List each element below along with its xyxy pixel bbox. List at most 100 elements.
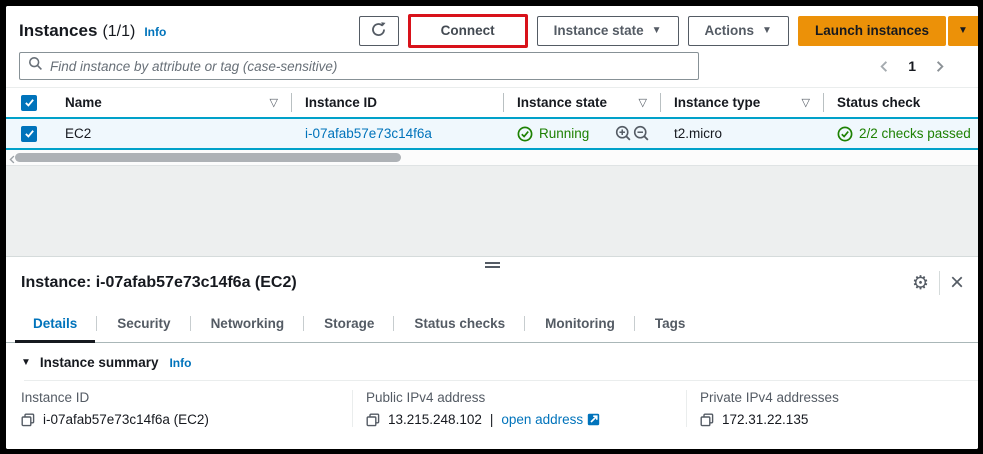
instances-list-section: Instances (1/1) Info Connect Instance st…: [6, 6, 978, 166]
sort-icon[interactable]: ▽: [639, 96, 647, 109]
launch-instances-button[interactable]: Launch instances: [798, 16, 946, 46]
aws-console-window: Instances (1/1) Info Connect Instance st…: [6, 6, 978, 449]
refresh-button[interactable]: [359, 16, 399, 46]
state-label: Running: [539, 126, 589, 141]
prev-page-button[interactable]: [877, 59, 892, 74]
zoom-in-icon[interactable]: [615, 125, 632, 142]
gear-icon[interactable]: ⚙: [912, 274, 929, 293]
cell-instance-type: t2.micro: [661, 119, 824, 148]
cell-instance-state: Running: [504, 119, 661, 148]
status-ok-icon: [517, 126, 533, 142]
column-label: Name: [65, 95, 102, 110]
instance-state-dropdown[interactable]: Instance state ▼: [537, 16, 679, 46]
horizontal-scrollbar[interactable]: [6, 150, 978, 166]
chevron-down-icon: ▼: [762, 26, 772, 36]
toolbar: Instances (1/1) Info Connect Instance st…: [6, 6, 978, 50]
state-running: Running: [517, 126, 589, 142]
panel-title: Instance: i-07afab57e73c14f6a (EC2): [21, 274, 912, 292]
tab-status-checks[interactable]: Status checks: [394, 307, 525, 342]
actions-dropdown[interactable]: Actions ▼: [688, 16, 789, 46]
table-row[interactable]: EC2 i-07afab57e73c14f6a Running t2.micro…: [6, 117, 978, 150]
row-select-cell: [6, 119, 52, 148]
zoom-out-icon[interactable]: [633, 125, 650, 142]
column-header-name[interactable]: Name ▽: [52, 88, 292, 117]
next-page-button[interactable]: [932, 59, 947, 74]
search-box[interactable]: [19, 52, 699, 80]
field-label: Public IPv4 address: [366, 390, 676, 405]
open-address-link[interactable]: open address: [501, 412, 600, 427]
launch-instances-split-dropdown[interactable]: ▼: [948, 16, 978, 46]
status-check-passed: 2/2 checks passed: [837, 126, 971, 142]
field-public-ipv4: Public IPv4 address 13.215.248.102 | ope…: [352, 390, 686, 427]
tab-storage[interactable]: Storage: [304, 307, 394, 342]
column-label: Instance ID: [305, 95, 377, 110]
external-link-icon: [587, 413, 600, 426]
search-icon: [28, 56, 43, 76]
tab-details[interactable]: Details: [13, 307, 97, 342]
sort-icon[interactable]: ▽: [270, 96, 278, 109]
check-icon: [24, 128, 35, 139]
sort-icon[interactable]: ▽: [802, 96, 810, 109]
divider: [24, 380, 978, 381]
column-label: Instance state: [517, 95, 607, 110]
search-row: 1: [6, 50, 978, 87]
column-header-instance-type[interactable]: Instance type ▽: [661, 88, 824, 117]
cell-instance-id: i-07afab57e73c14f6a: [292, 119, 504, 148]
pagination: 1: [877, 58, 947, 74]
table-header: Name ▽ Instance ID Instance state ▽ Inst…: [6, 87, 978, 117]
field-private-ipv4: Private IPv4 addresses 172.31.22.135: [686, 390, 978, 427]
search-input[interactable]: [50, 59, 690, 74]
tab-monitoring[interactable]: Monitoring: [525, 307, 635, 342]
cell-name: EC2: [52, 119, 292, 148]
row-checkbox[interactable]: [21, 126, 37, 142]
tab-tags[interactable]: Tags: [635, 307, 706, 342]
tab-security[interactable]: Security: [97, 307, 190, 342]
public-ip-value: 13.215.248.102: [388, 412, 482, 427]
copy-icon[interactable]: [21, 413, 35, 427]
select-all-checkbox[interactable]: [21, 95, 37, 111]
field-value: 172.31.22.135: [700, 412, 968, 427]
instance-details-panel: Instance: i-07afab57e73c14f6a (EC2) ⚙ × …: [6, 256, 978, 449]
info-link[interactable]: Info: [144, 25, 166, 39]
zoom-controls: [615, 125, 650, 142]
status-check-label: 2/2 checks passed: [859, 126, 971, 141]
field-label: Instance ID: [21, 390, 342, 405]
summary-fields: Instance ID i-07afab57e73c14f6a (EC2) Pu…: [21, 390, 978, 427]
private-ip-value: 172.31.22.135: [722, 412, 808, 427]
instance-id-value: i-07afab57e73c14f6a (EC2): [43, 412, 209, 427]
field-value: 13.215.248.102 | open address: [366, 412, 676, 427]
instance-summary-header[interactable]: ▼ Instance summary Info: [21, 355, 978, 370]
tab-networking[interactable]: Networking: [191, 307, 305, 342]
column-header-instance-state[interactable]: Instance state ▽: [504, 88, 661, 117]
column-header-instance-id[interactable]: Instance ID: [292, 88, 504, 117]
column-header-status-check[interactable]: Status check: [824, 88, 978, 117]
status-ok-icon: [837, 126, 853, 142]
cell-status-check: 2/2 checks passed: [824, 119, 978, 148]
select-all-cell: [6, 88, 52, 117]
empty-area: [6, 166, 978, 256]
scrollbar-thumb[interactable]: [15, 153, 401, 162]
summary-heading: Instance summary: [40, 355, 159, 370]
copy-icon[interactable]: [366, 413, 380, 427]
actions-label: Actions: [705, 23, 755, 38]
column-label: Status check: [837, 95, 920, 110]
chevron-right-icon: [932, 59, 947, 74]
separator: |: [490, 412, 494, 427]
connect-annotation-highlight: Connect: [408, 14, 528, 48]
field-value: i-07afab57e73c14f6a (EC2): [21, 412, 342, 427]
field-instance-id: Instance ID i-07afab57e73c14f6a (EC2): [21, 390, 352, 427]
close-icon[interactable]: ×: [950, 273, 964, 293]
connect-button[interactable]: Connect: [411, 17, 525, 45]
instance-id-link[interactable]: i-07afab57e73c14f6a: [305, 126, 432, 141]
copy-icon[interactable]: [700, 413, 714, 427]
title-group: Instances (1/1) Info: [19, 21, 359, 41]
instance-state-label: Instance state: [554, 23, 644, 38]
info-link[interactable]: Info: [169, 356, 191, 370]
instance-count: (1/1): [102, 23, 135, 41]
chevron-down-icon: ▼: [652, 26, 662, 36]
refresh-icon: [370, 21, 387, 41]
field-label: Private IPv4 addresses: [700, 390, 968, 405]
collapse-triangle-icon[interactable]: ▼: [21, 357, 31, 368]
instance-summary-section: ▼ Instance summary Info Instance ID i-07…: [6, 343, 978, 427]
open-address-label: open address: [501, 412, 583, 427]
